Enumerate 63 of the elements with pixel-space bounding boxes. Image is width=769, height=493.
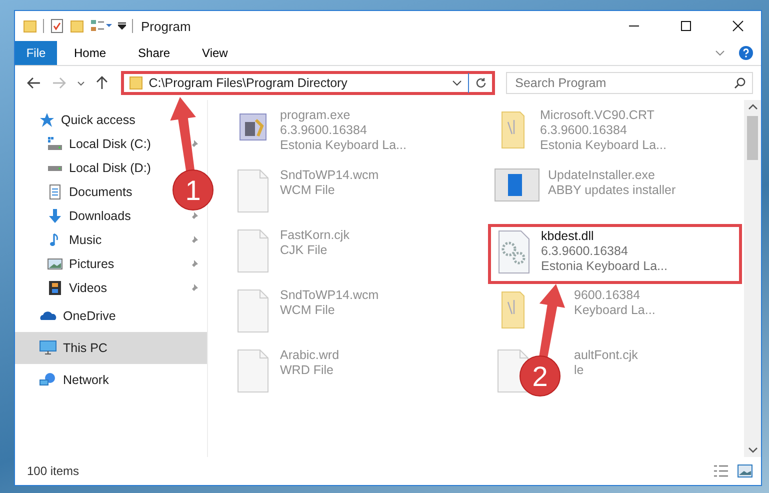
step-number-badge: 2	[520, 356, 560, 396]
ribbon-tab[interactable]: Home	[59, 41, 122, 65]
chevron-down-icon[interactable]	[452, 80, 462, 86]
search-icon	[734, 77, 746, 89]
item-count: 100 items	[27, 464, 80, 478]
monitor-icon	[39, 340, 57, 356]
sidebar-label[interactable]: Local Disk (D:)	[69, 161, 151, 175]
file-detail: 6.3.9600.16384	[280, 123, 368, 138]
file-name[interactable]: kbdest.dll	[541, 229, 668, 244]
star-icon	[39, 112, 55, 128]
file-detail: ABBY updates installer	[548, 183, 676, 198]
file-item[interactable]: kbdest.dll 6.3.9600.16384 Estonia Keyboard La...	[488, 224, 742, 284]
sidebar-label[interactable]: This PC	[63, 341, 108, 355]
scrollbar-thumb[interactable]	[747, 116, 758, 160]
file-detail: Keyboard La...	[574, 303, 656, 318]
installer-icon	[494, 168, 540, 202]
sidebar-label[interactable]: Network	[63, 373, 109, 387]
sidebar-label[interactable]: Downloads	[69, 209, 131, 223]
help-icon[interactable]	[739, 46, 753, 60]
file-detail: 9600.16384	[574, 288, 642, 303]
ribbon-tab[interactable]: Share	[123, 41, 186, 65]
file-detail: le	[574, 363, 585, 378]
details-view-icon[interactable]	[713, 464, 729, 478]
document-icon	[47, 184, 63, 200]
file-detail: CJK File	[280, 243, 328, 258]
network-icon	[39, 372, 57, 388]
file-detail: Estonia Keyboard La...	[280, 138, 406, 153]
sidebar-label[interactable]: Local Disk (C:)	[69, 137, 151, 151]
file-detail: Estonia Keyboard La...	[541, 259, 668, 274]
recent-caret-icon[interactable]	[76, 80, 85, 86]
file-detail: WCM File	[280, 303, 336, 318]
drive-icon	[47, 136, 63, 152]
checklist-icon[interactable]	[50, 18, 64, 34]
refresh-icon[interactable]	[475, 77, 488, 89]
file-detail: 6.3.9600.16384	[540, 123, 628, 138]
search-field[interactable]: Search Program	[506, 72, 753, 94]
ribbon-tab[interactable]: View	[187, 41, 243, 65]
address-field[interactable]: C:\Program Files\Program Directory	[120, 71, 496, 95]
sidebar-label[interactable]: Documents	[69, 185, 132, 199]
back-arrow-icon[interactable]	[27, 77, 41, 89]
sidebar-label[interactable]: Videos	[69, 281, 107, 295]
file-detail: WCM File	[280, 183, 336, 198]
step-number-badge: 1	[172, 170, 214, 210]
drive-icon	[47, 164, 63, 172]
file-detail: 6.3.9600.16384	[541, 244, 629, 259]
properties-icon[interactable]	[90, 19, 112, 33]
download-arrow-icon	[47, 208, 63, 224]
window-title: Program	[141, 18, 191, 34]
file-tab[interactable]: File	[15, 41, 57, 65]
address-path: C:\Program Files\Program Directory	[148, 76, 348, 90]
customize-caret-icon[interactable]	[118, 22, 126, 30]
folder-icon	[128, 76, 143, 90]
sidebar-item[interactable]: This PC	[15, 332, 207, 364]
file-detail: WRD File	[280, 363, 334, 378]
pictures-icon	[47, 256, 63, 272]
sidebar-label[interactable]: Quick access	[61, 113, 136, 127]
sidebar-label[interactable]: Pictures	[69, 257, 114, 271]
thumbnail-view-icon[interactable]	[737, 464, 753, 478]
file-detail: Estonia Keyboard La...	[540, 138, 666, 153]
sidebar-label[interactable]: OneDrive	[63, 309, 116, 323]
sidebar-label[interactable]: Music	[69, 233, 102, 247]
up-arrow-icon[interactable]	[96, 76, 108, 90]
film-icon	[47, 280, 63, 296]
